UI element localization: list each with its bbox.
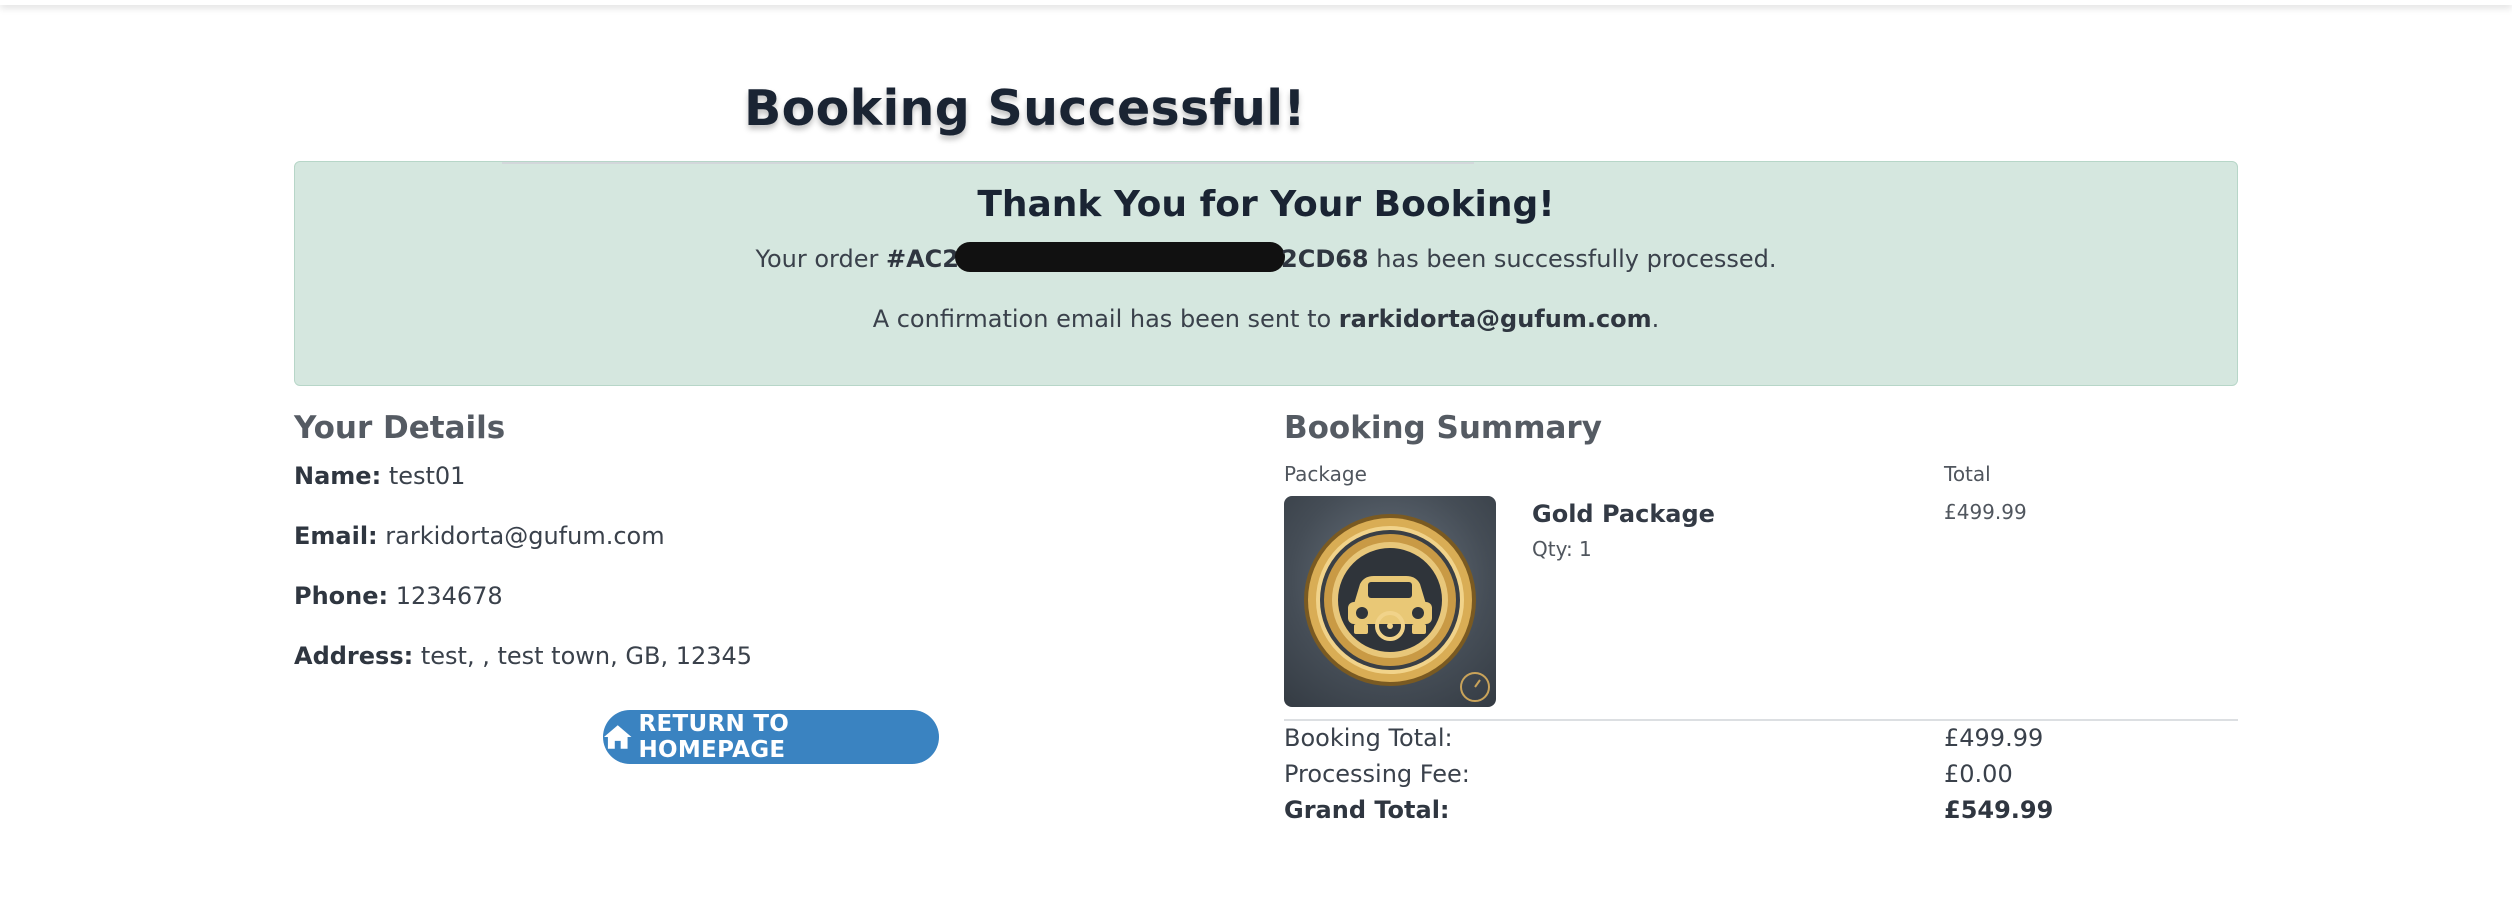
confirmation-heading: Thank You for Your Booking! xyxy=(977,184,1555,225)
order-id: #AC2 2CD68 xyxy=(886,242,1369,273)
package-image xyxy=(1284,496,1496,707)
redaction-mark xyxy=(955,242,1285,272)
booking-total-label: Booking Total: xyxy=(1284,724,1453,752)
detail-phone: Phone: 1234678 xyxy=(294,582,503,610)
processing-fee-value: £0.00 xyxy=(1944,760,2013,788)
home-icon xyxy=(603,725,632,749)
package-column-header: Package xyxy=(1284,462,1367,486)
order-message: Your order #AC2 2CD68 has been successful… xyxy=(295,242,2237,273)
grand-total-label: Grand Total: xyxy=(1284,796,1450,824)
your-details-heading: Your Details xyxy=(294,410,506,446)
booking-summary-heading: Booking Summary xyxy=(1284,410,1602,446)
confirmation-alert: Thank You for Your Booking! Your order #… xyxy=(294,161,2238,386)
email-message: A confirmation email has been sent to ra… xyxy=(295,305,2237,333)
return-to-homepage-button[interactable]: RETURN TO HOMEPAGE xyxy=(603,710,939,764)
confirmation-email: rarkidorta@gufum.com xyxy=(1338,305,1652,333)
detail-address: Address: test, , test town, GB, 12345 xyxy=(294,642,753,670)
email-prefix: A confirmation email has been sent to xyxy=(872,305,1339,333)
detail-email: Email: rarkidorta@gufum.com xyxy=(294,522,665,550)
package-quantity: Qty: 1 xyxy=(1532,537,1592,561)
package-name: Gold Package xyxy=(1532,500,1715,528)
total-column-header: Total xyxy=(1944,462,1991,486)
gold-car-medal-icon xyxy=(1304,514,1490,702)
top-navbar-shadow xyxy=(0,0,2512,5)
order-prefix: Your order xyxy=(755,245,886,273)
package-total: £499.99 xyxy=(1944,500,2027,524)
return-button-label: RETURN TO HOMEPAGE xyxy=(638,711,790,763)
order-suffix: has been successfully processed. xyxy=(1368,245,1777,273)
summary-divider xyxy=(1284,719,2238,721)
email-suffix: . xyxy=(1651,305,1660,333)
booking-total-value: £499.99 xyxy=(1944,724,2044,752)
title-divider xyxy=(502,162,1474,164)
grand-total-value: £549.99 xyxy=(1944,796,2054,824)
page-title: Booking Successful! xyxy=(744,80,1306,137)
processing-fee-label: Processing Fee: xyxy=(1284,760,1470,788)
detail-name: Name: test01 xyxy=(294,462,466,490)
